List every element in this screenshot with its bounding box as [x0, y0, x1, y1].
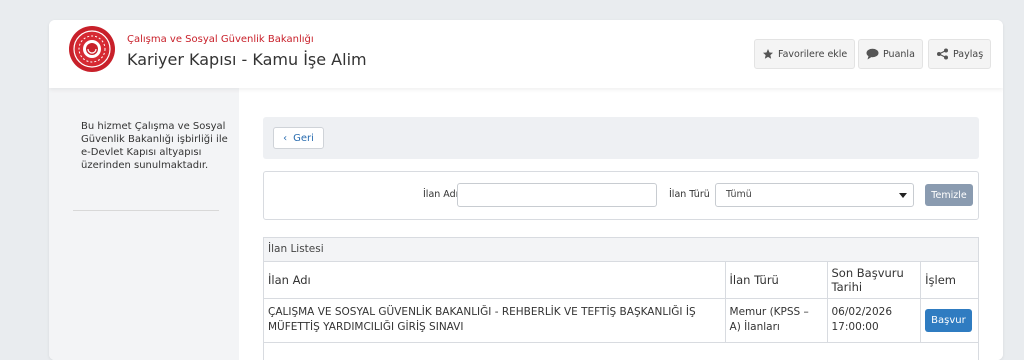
column-header-name[interactable]: İlan Adı [264, 262, 726, 299]
back-label: Geri [293, 132, 314, 144]
apply-button[interactable]: Başvur [925, 308, 972, 332]
ministry-logo-icon [69, 26, 115, 72]
clear-button[interactable]: Temizle [925, 184, 973, 206]
divider [73, 210, 219, 211]
star-icon [762, 48, 774, 60]
chevron-left-icon: ‹ [283, 132, 288, 144]
share-icon [936, 48, 949, 60]
rate-button[interactable]: Puanla [858, 39, 923, 69]
job-list: İlan Listesi İlan Adı İlan Türü Son Başv… [263, 237, 979, 360]
table-row: ÇALIŞMA VE SOSYAL GÜVENLİK BAKANLIĞI - R… [264, 298, 978, 343]
filter-panel: İlan Adı İlan Türü Tümü Temizle [263, 171, 979, 220]
share-label: Paylaş [953, 48, 984, 60]
ministry-name: Çalışma ve Sosyal Güvenlik Bakanlığı [127, 34, 314, 45]
job-table: İlan Adı İlan Türü Son Başvuru Tarihi İş… [264, 262, 978, 343]
back-button[interactable]: ‹ Geri [273, 127, 324, 149]
main-card: Çalışma ve Sosyal Güvenlik Bakanlığı Kar… [49, 20, 1003, 360]
back-bar: ‹ Geri [263, 117, 979, 159]
job-name-input[interactable] [457, 183, 657, 207]
service-info-text: Bu hizmet Çalışma ve Sosyal Güvenlik Bak… [81, 121, 228, 171]
speech-bubble-icon [866, 48, 879, 60]
job-type-selected: Tümü [726, 189, 752, 200]
sidebar: Bu hizmet Çalışma ve Sosyal Güvenlik Bak… [49, 88, 239, 360]
deadline-cell: 06/02/2026 17:00:00 [827, 298, 922, 343]
rate-label: Puanla [883, 48, 915, 60]
job-name-label: İlan Adı [423, 189, 459, 200]
page-title: Kariyer Kapısı - Kamu İşe Alim [127, 50, 367, 69]
column-header-action: İşlem [920, 262, 978, 299]
job-list-title: İlan Listesi [264, 238, 978, 262]
page-header: Çalışma ve Sosyal Güvenlik Bakanlığı Kar… [49, 20, 1003, 88]
job-type-select[interactable]: Tümü [715, 183, 914, 207]
table-header-row: İlan Adı İlan Türü Son Başvuru Tarihi İş… [264, 262, 978, 299]
job-type-label: İlan Türü [669, 189, 710, 200]
job-type-cell: Memur (KPSS – A) İlanları [725, 298, 828, 343]
column-header-deadline[interactable]: Son Başvuru Tarihi [827, 262, 922, 299]
chevron-down-icon [899, 193, 907, 198]
job-name-cell: ÇALIŞMA VE SOSYAL GÜVENLİK BAKANLIĞI - R… [264, 298, 726, 343]
add-favorite-label: Favorilere ekle [778, 48, 848, 60]
add-favorite-button[interactable]: Favorilere ekle [754, 39, 856, 69]
share-button[interactable]: Paylaş [928, 39, 992, 69]
action-cell: Başvur [920, 298, 978, 343]
main-content: ‹ Geri İlan Adı İlan Türü Tümü Temizle İ… [239, 88, 1003, 360]
column-header-type[interactable]: İlan Türü [725, 262, 828, 299]
